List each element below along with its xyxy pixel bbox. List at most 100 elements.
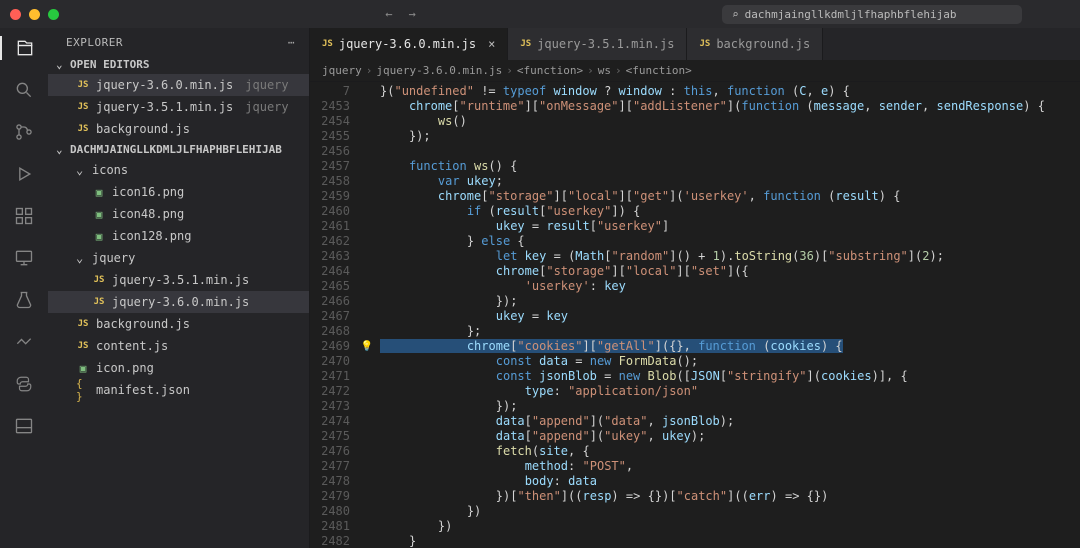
tab-label: background.js (716, 37, 810, 51)
code-line[interactable]: if (result["userkey"]) { (380, 204, 1080, 219)
file-item[interactable]: JSjquery-3.5.1.min.js (48, 269, 309, 291)
code-line[interactable]: })["then"]((resp) => {})["catch"]((err) … (380, 489, 1080, 504)
code-line[interactable]: var ukey; (380, 174, 1080, 189)
testing-icon[interactable] (12, 288, 36, 312)
code-line[interactable]: }); (380, 129, 1080, 144)
code-line[interactable]: chrome["storage"]["local"]["set"]({ (380, 264, 1080, 279)
file-hint: jquery (245, 100, 288, 114)
open-editor-item[interactable]: JSjquery-3.6.0.min.jsjquery (48, 74, 309, 96)
code-line[interactable]: fetch(site, { (380, 444, 1080, 459)
project-section[interactable]: ⌄ DACHMJAINGLLKDMLJLFHAPHBFLEHIJAB (48, 140, 309, 159)
code-line[interactable]: ukey = key (380, 309, 1080, 324)
json-file-icon: { } (76, 377, 90, 403)
code-line[interactable]: }) (380, 519, 1080, 534)
run-debug-icon[interactable] (12, 162, 36, 186)
minimize-window-button[interactable] (29, 9, 40, 20)
code-line[interactable]: const data = new FormData(); (380, 354, 1080, 369)
image-file-icon: ▣ (92, 186, 106, 199)
nav-forward-icon[interactable]: → (409, 7, 416, 21)
code-line[interactable]: type: "application/json" (380, 384, 1080, 399)
zoom-window-button[interactable] (48, 9, 59, 20)
nav-back-icon[interactable]: ← (385, 7, 392, 21)
folder-item[interactable]: ⌄icons (48, 159, 309, 181)
code-line[interactable]: data["append"]("ukey", ukey); (380, 429, 1080, 444)
breadcrumb-item[interactable]: jquery (322, 64, 362, 77)
line-number-gutter: 7245324542455245624572458245924602461246… (310, 82, 358, 548)
file-name: background.js (96, 122, 190, 136)
code-line[interactable]: }; (380, 324, 1080, 339)
code-line[interactable]: method: "POST", (380, 459, 1080, 474)
lightbulb-icon[interactable]: 💡 (358, 339, 376, 354)
activity-bar (0, 28, 48, 548)
file-hint: jquery (245, 78, 288, 92)
live-share-icon[interactable] (12, 330, 36, 354)
code-line[interactable]: }); (380, 294, 1080, 309)
js-file-icon: JS (76, 124, 90, 134)
explorer-view-icon[interactable] (0, 36, 48, 60)
open-editor-item[interactable]: JSjquery-3.5.1.min.jsjquery (48, 96, 309, 118)
file-name: jquery-3.5.1.min.js (96, 100, 233, 114)
js-file-icon: JS (76, 319, 90, 329)
command-center-search[interactable]: ⌕ dachmjaingllkdmljlfhaphbflehijab (722, 5, 1022, 24)
panel-toggle-icon[interactable] (12, 414, 36, 438)
breadcrumb-item[interactable]: jquery-3.6.0.min.js (376, 64, 502, 77)
editor-tab[interactable]: JSbackground.js (687, 28, 823, 60)
nav-arrows: ← → (87, 7, 714, 21)
file-item[interactable]: ▣icon48.png (48, 203, 309, 225)
code-content[interactable]: }("undefined" != typeof window ? window … (376, 82, 1080, 548)
chevron-down-icon: ⌄ (56, 143, 66, 156)
close-tab-icon[interactable]: × (488, 37, 495, 51)
breadcrumbs[interactable]: jquery›jquery-3.6.0.min.js›<function>›ws… (310, 60, 1080, 82)
code-line[interactable]: 'userkey': key (380, 279, 1080, 294)
code-editor[interactable]: 7245324542455245624572458245924602461246… (310, 82, 1080, 548)
file-item[interactable]: JScontent.js (48, 335, 309, 357)
file-item[interactable]: ▣icon128.png (48, 225, 309, 247)
file-item[interactable]: { }manifest.json (48, 379, 309, 401)
code-line[interactable]: } (380, 534, 1080, 548)
breadcrumb-item[interactable]: <function> (626, 64, 692, 77)
file-item[interactable]: JS background.js (48, 313, 309, 335)
open-editor-item[interactable]: JS background.js (48, 118, 309, 140)
file-name: icon128.png (112, 229, 191, 243)
file-name: background.js (96, 317, 190, 331)
chevron-down-icon: ⌄ (76, 163, 86, 177)
search-view-icon[interactable] (12, 78, 36, 102)
code-line[interactable]: body: data (380, 474, 1080, 489)
code-line[interactable]: chrome["storage"]["local"]["get"]('userk… (380, 189, 1080, 204)
file-item[interactable]: ▣icon.png (48, 357, 309, 379)
file-item[interactable]: ▣icon16.png (48, 181, 309, 203)
file-name: jquery-3.6.0.min.js (96, 78, 233, 92)
code-line[interactable]: }("undefined" != typeof window ? window … (380, 84, 1080, 99)
explorer-more-icon[interactable]: ⋯ (288, 36, 295, 49)
file-item[interactable]: JSjquery-3.6.0.min.js (48, 291, 309, 313)
editor-tab[interactable]: JSjquery-3.5.1.min.js (508, 28, 687, 60)
code-line[interactable]: chrome["cookies"]["getAll"]({}, function… (380, 339, 1080, 354)
code-line[interactable]: }) (380, 504, 1080, 519)
code-line[interactable]: function ws() { (380, 159, 1080, 174)
editor-tab[interactable]: JSjquery-3.6.0.min.js× (310, 28, 508, 60)
file-name: jquery (92, 251, 135, 265)
open-editors-section[interactable]: ⌄ OPEN EDITORS (48, 55, 309, 74)
source-control-icon[interactable] (12, 120, 36, 144)
breadcrumb-item[interactable]: ws (598, 64, 611, 77)
code-line[interactable]: data["append"]("data", jsonBlob); (380, 414, 1080, 429)
code-line[interactable]: let key = (Math["random"]() + 1).toStrin… (380, 249, 1080, 264)
code-line[interactable]: const jsonBlob = new Blob([JSON["stringi… (380, 369, 1080, 384)
code-line[interactable]: chrome["runtime"]["onMessage"]["addListe… (380, 99, 1080, 114)
chevron-down-icon: ⌄ (76, 251, 86, 265)
open-editors-list: JSjquery-3.6.0.min.jsjqueryJSjquery-3.5.… (48, 74, 309, 140)
python-env-icon[interactable] (12, 372, 36, 396)
image-file-icon: ▣ (92, 208, 106, 221)
code-line[interactable]: ukey = result["userkey"] (380, 219, 1080, 234)
close-window-button[interactable] (10, 9, 21, 20)
code-line[interactable]: } else { (380, 234, 1080, 249)
code-line[interactable]: }); (380, 399, 1080, 414)
search-icon: ⌕ (732, 8, 739, 21)
code-line[interactable]: ws() (380, 114, 1080, 129)
remote-explorer-icon[interactable] (12, 246, 36, 270)
code-line[interactable] (380, 144, 1080, 159)
breadcrumb-item[interactable]: <function> (517, 64, 583, 77)
glyph-margin: 💡 (358, 82, 376, 548)
extensions-icon[interactable] (12, 204, 36, 228)
folder-item[interactable]: ⌄ jquery (48, 247, 309, 269)
